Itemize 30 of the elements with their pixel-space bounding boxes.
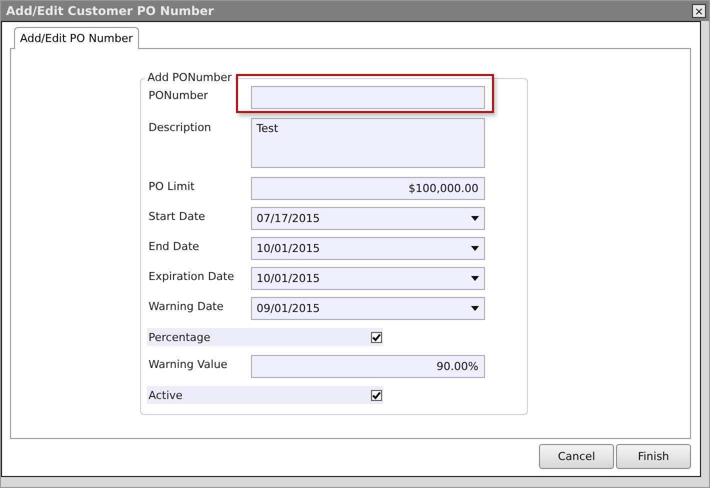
input-field[interactable] — [250, 86, 484, 109]
field-label: End Date — [148, 239, 200, 253]
date-dropdown[interactable]: 10/01/2015 — [250, 267, 484, 290]
field-label: Description — [148, 120, 212, 134]
group-title: Add PONumber — [144, 71, 235, 84]
dialog-button[interactable]: Cancel — [539, 444, 614, 469]
window-title: Add/Edit Customer PO Number — [6, 4, 214, 18]
caret-icon — [470, 246, 478, 251]
date-dropdown[interactable]: 10/01/2015 — [250, 237, 484, 260]
caret-icon — [470, 216, 478, 221]
field-label: PO Limit — [148, 179, 196, 193]
checkbox[interactable] — [370, 332, 382, 342]
date-dropdown[interactable]: 07/17/2015 — [250, 207, 484, 230]
field-label: Start Date — [148, 209, 206, 223]
field-label: Active — [148, 388, 184, 402]
caret-icon — [470, 306, 478, 311]
field-label: Warning Value — [148, 357, 228, 371]
input-field[interactable]: $100,000.00 — [250, 177, 484, 200]
input-field[interactable]: 90.00% — [250, 355, 484, 378]
field-label: Warning Date — [148, 299, 225, 313]
tab[interactable]: Add/Edit PO Number — [14, 27, 139, 49]
dialog-button[interactable]: Finish — [616, 444, 691, 469]
caret-icon — [470, 276, 478, 281]
close-button[interactable]: × — [692, 4, 706, 18]
description-field[interactable]: Test — [250, 118, 484, 168]
field-label: Expiration Date — [148, 269, 236, 283]
date-dropdown[interactable]: 09/01/2015 — [250, 297, 484, 320]
checkbox[interactable] — [370, 390, 382, 400]
field-label: PONumber — [148, 88, 209, 102]
field-label: Percentage — [148, 330, 212, 344]
